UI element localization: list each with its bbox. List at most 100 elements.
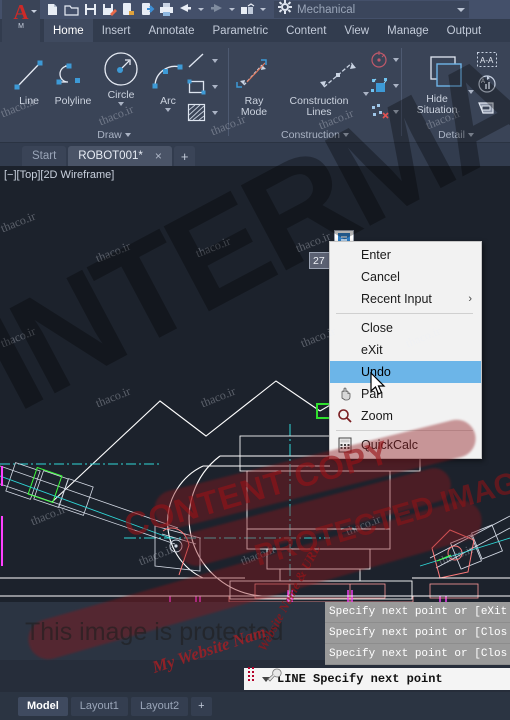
chevron-down-icon[interactable]: [342, 133, 349, 138]
chevron-down-icon[interactable]: [467, 133, 474, 138]
section-view-button[interactable]: A-A: [475, 50, 497, 72]
construction-lines-label-line2: Lines: [306, 106, 332, 118]
draw-circle-label: Circle: [107, 89, 135, 101]
panel-title-detail[interactable]: Detail: [402, 129, 510, 141]
layout-tab-layout1[interactable]: Layout1: [70, 696, 128, 716]
add-layout-button[interactable]: +: [191, 696, 212, 716]
plot-icon[interactable]: [158, 2, 175, 17]
panel-title-construction[interactable]: Construction: [229, 129, 401, 141]
close-icon[interactable]: ×: [155, 149, 162, 163]
delete-construction-button[interactable]: [369, 102, 391, 124]
detail-view-button[interactable]: [475, 98, 497, 120]
construction-lines-button[interactable]: Construction Lines: [277, 54, 361, 118]
workspace-switch-icon[interactable]: [239, 2, 256, 17]
ribbon-tab-home[interactable]: Home: [44, 19, 93, 42]
ribbon-tab-content[interactable]: Content: [277, 19, 335, 42]
draw-arc-button[interactable]: Arc: [145, 54, 191, 112]
chevron-down-icon[interactable]: [212, 59, 218, 63]
context-menu-item-cancel[interactable]: Cancel: [330, 266, 481, 288]
context-menu-item-exit-label: eXit: [361, 343, 383, 357]
construction-lines-icon: [296, 54, 356, 96]
command-history-line-1: Specify next point or [eXit: [325, 602, 510, 623]
autocad-logo: A: [13, 0, 29, 24]
draw-arc-label: Arc: [160, 95, 176, 107]
document-tab-start[interactable]: Start: [22, 146, 67, 166]
redo-icon[interactable]: [208, 2, 225, 17]
calculator-icon: [337, 437, 353, 453]
chevron-down-icon[interactable]: [457, 7, 465, 12]
chevron-down-icon[interactable]: [393, 58, 399, 62]
context-menu-separator-2: [336, 430, 473, 431]
chevron-down-icon[interactable]: [165, 108, 171, 112]
ribbon-tab-annotate[interactable]: Annotate: [139, 19, 203, 42]
layout-tab-layout2[interactable]: Layout2: [130, 696, 189, 716]
construction-ray-mode-button[interactable]: Ray Mode: [231, 54, 277, 118]
workspace-selector[interactable]: Mechanical: [274, 0, 469, 18]
document-tab-robot001[interactable]: ROBOT001* ×: [68, 146, 172, 166]
chevron-down-icon[interactable]: [393, 110, 399, 114]
chevron-down-icon[interactable]: [468, 90, 474, 94]
ribbon-tab-insert[interactable]: Insert: [93, 19, 140, 42]
delete-construction-icon: [369, 104, 391, 126]
context-menu-separator-1: [336, 313, 473, 314]
construction-point-button[interactable]: [369, 76, 391, 98]
command-history-line-2: Specify next point or [Clos: [325, 623, 510, 644]
customize-icon[interactable]: [246, 666, 260, 689]
ribbon-tab-view[interactable]: View: [335, 19, 378, 42]
construction-centerline-button[interactable]: [369, 50, 391, 72]
context-menu-item-enter[interactable]: Enter: [330, 244, 481, 266]
draw-hatch-button[interactable]: [186, 103, 208, 125]
panel-title-draw[interactable]: Draw: [0, 129, 228, 141]
context-menu-item-cancel-label: Cancel: [361, 270, 400, 284]
rotate-view-button[interactable]: A: [475, 74, 497, 96]
context-menu-item-close[interactable]: Close: [330, 317, 481, 339]
open-folder-icon[interactable]: [63, 2, 80, 17]
chevron-down-icon[interactable]: [118, 102, 124, 106]
hide-situation-button[interactable]: Hide Situation: [406, 52, 468, 116]
draw-polyline-button[interactable]: Polyline: [50, 54, 96, 107]
context-menu-item-exit[interactable]: eXit: [330, 339, 481, 361]
import-icon[interactable]: [139, 2, 156, 17]
draw-line-button[interactable]: Line: [6, 54, 52, 107]
draw-circle-button[interactable]: Circle: [98, 48, 144, 106]
ribbon-tab-strip: Home Insert Annotate Parametric Content …: [0, 19, 510, 42]
save-icon[interactable]: [82, 2, 99, 17]
context-menu-item-quickcalc[interactable]: QuickCalc: [330, 434, 481, 456]
context-menu-item-undo[interactable]: Undo: [330, 361, 481, 383]
svg-text:A-A: A-A: [480, 56, 494, 65]
application-menu-button[interactable]: A M: [2, 0, 40, 42]
draw-line-label: Line: [19, 95, 39, 107]
title-bar: Mechanical: [0, 0, 510, 19]
context-menu-item-zoom[interactable]: Zoom: [330, 405, 481, 427]
context-menu-item-pan[interactable]: Pan: [330, 383, 481, 405]
chevron-down-icon[interactable]: [212, 85, 218, 89]
arc-icon: [145, 54, 191, 96]
export-icon[interactable]: [120, 2, 137, 17]
ribbon-tab-parametric[interactable]: Parametric: [204, 19, 278, 42]
draw-line-small-button[interactable]: [186, 51, 208, 73]
new-file-icon[interactable]: [44, 2, 61, 17]
context-menu[interactable]: Enter Cancel Recent Input › Close eXit U…: [329, 241, 482, 459]
line-icon: [6, 54, 52, 96]
quick-access-toolbar: [44, 2, 268, 17]
chevron-down-icon[interactable]: [31, 10, 37, 13]
new-document-tab-button[interactable]: +: [173, 146, 196, 166]
mouse-cursor: [370, 372, 386, 395]
ribbon-tab-output[interactable]: Output: [438, 19, 491, 42]
undo-dropdown-caret[interactable]: [198, 8, 204, 11]
workspace-dropdown-caret[interactable]: [260, 8, 266, 11]
chevron-down-icon[interactable]: [212, 111, 218, 115]
chevron-down-icon[interactable]: [393, 84, 399, 88]
layout-tab-model[interactable]: Model: [18, 696, 68, 716]
ribbon-tab-manage[interactable]: Manage: [378, 19, 438, 42]
save-as-icon[interactable]: [101, 2, 118, 17]
wrench-icon[interactable]: [266, 667, 282, 688]
undo-icon[interactable]: [177, 2, 194, 17]
command-input[interactable]: LINE Specify next point: [244, 668, 510, 690]
context-menu-item-recent-input[interactable]: Recent Input ›: [330, 288, 481, 310]
circle-icon: [98, 48, 144, 90]
redo-dropdown-caret[interactable]: [229, 8, 235, 11]
draw-rectangle-button[interactable]: [186, 77, 208, 99]
ray-mode-label-line2: Mode: [240, 106, 268, 118]
chevron-down-icon[interactable]: [124, 133, 131, 138]
